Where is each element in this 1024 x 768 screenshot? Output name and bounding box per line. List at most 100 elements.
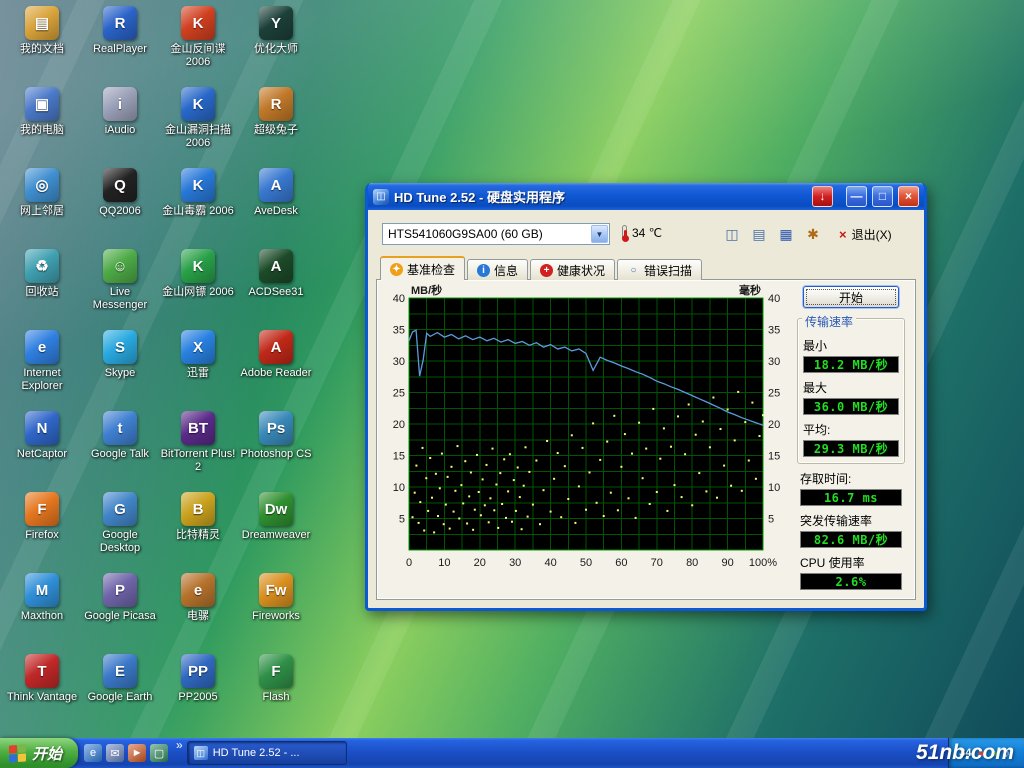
svg-text:90: 90 xyxy=(721,557,733,569)
avedesk-icon: A xyxy=(259,168,293,202)
svg-text:40: 40 xyxy=(768,293,780,305)
burst-rate-value: 82.6 MB/秒 xyxy=(800,531,902,548)
desktop-icon-label: Google Desktop xyxy=(82,529,158,555)
desktop-icon-google-earth[interactable]: EGoogle Earth xyxy=(82,654,158,704)
desktop-icon-google-talk[interactable]: tGoogle Talk xyxy=(82,411,158,461)
desktop-icon-label: NetCaptor xyxy=(4,448,80,461)
firefox-icon: F xyxy=(25,492,59,526)
quick-launch-mail[interactable]: ✉ xyxy=(106,744,124,762)
desktop-icon-google-picasa[interactable]: PGoogle Picasa xyxy=(82,573,158,623)
copy-text-button[interactable]: ▤ xyxy=(747,222,771,246)
desktop-icon-bitspirit[interactable]: B比特精灵 xyxy=(160,492,236,542)
desktop-icon-label: 超级兔子 xyxy=(238,124,314,137)
desktop-icon-fireworks[interactable]: FwFireworks xyxy=(238,573,314,623)
quick-launch-media-player[interactable]: ► xyxy=(128,744,146,762)
minimize-button[interactable]: — xyxy=(846,186,867,207)
desktop-icon-thinkvantage[interactable]: TThink Vantage xyxy=(4,654,80,704)
save-button[interactable]: ▦ xyxy=(774,222,798,246)
desktop-icon-pp2005[interactable]: PPPP2005 xyxy=(160,654,236,704)
desktop-icon-emule[interactable]: e电骡 xyxy=(160,573,236,623)
desktop-icon-maxthon[interactable]: MMaxthon xyxy=(4,573,80,623)
drive-select[interactable]: HTS541060G9SA00 (60 GB) ▼ xyxy=(382,223,610,245)
desktop-icon-label: Photoshop CS xyxy=(238,448,314,461)
desktop-icon-recycle-bin[interactable]: ♻回收站 xyxy=(4,249,80,299)
desktop-icon-acdsee31[interactable]: AACDSee31 xyxy=(238,249,314,299)
tray-icon-volume[interactable]: ♪ xyxy=(1004,747,1010,759)
maximize-button[interactable]: □ xyxy=(872,186,893,207)
desktop-icon-flash[interactable]: FFlash xyxy=(238,654,314,704)
my-documents-icon: ▤ xyxy=(25,6,59,40)
quick-launch-ie[interactable]: e xyxy=(84,744,102,762)
start-button[interactable]: 开始 xyxy=(0,738,78,768)
desktop-icon-netcaptor[interactable]: NNetCaptor xyxy=(4,411,80,461)
svg-text:5: 5 xyxy=(399,514,405,526)
desktop-icon-label: RealPlayer xyxy=(82,43,158,56)
taskbar-button-label: HD Tune 2.52 - ... xyxy=(213,747,300,759)
desktop-icon-iaudio[interactable]: iiAudio xyxy=(82,87,158,137)
desktop-icon-network-places[interactable]: ◎网上邻居 xyxy=(4,168,80,218)
my-computer-icon: ▣ xyxy=(25,87,59,121)
live-messenger-icon: ☺ xyxy=(103,249,137,283)
desktop-icon-label: Google Picasa xyxy=(82,610,158,623)
tab-info[interactable]: i信息 xyxy=(467,259,528,280)
tab-strip: ✦基准检查i信息+健康状况○错误扫描 xyxy=(380,256,704,280)
tab-benchmark[interactable]: ✦基准检查 xyxy=(380,256,465,280)
desktop-icon-label: 金山网镖 2006 xyxy=(160,286,236,299)
burst-rate-label: 突发传输速率 xyxy=(800,512,902,529)
exit-label: 退出(X) xyxy=(852,226,892,243)
desktop-icon-kingsoft-duba[interactable]: K金山毒霸 2006 xyxy=(160,168,236,218)
copy-screenshot-button[interactable]: ◫ xyxy=(720,222,744,246)
magnifier-icon: ○ xyxy=(627,264,640,277)
titlebar[interactable]: ◫ HD Tune 2.52 - 硬盘实用程序 ↓ — □ × xyxy=(368,183,924,210)
desktop-icon-label: 优化大师 xyxy=(238,43,314,56)
desktop-icon-realplayer[interactable]: RRealPlayer xyxy=(82,6,158,56)
tray-icon-red[interactable]: ● xyxy=(978,747,985,759)
desktop-icon-label: 金山漏洞扫描 2006 xyxy=(160,124,236,150)
svg-text:20: 20 xyxy=(474,557,486,569)
dreamweaver-icon: Dw xyxy=(259,492,293,526)
tab-error-scan[interactable]: ○错误扫描 xyxy=(617,259,702,280)
quick-launch-show-desktop[interactable]: ▢ xyxy=(150,744,168,762)
svg-text:毫秒: 毫秒 xyxy=(739,283,761,297)
desktop-icon-bittorrent-plus[interactable]: BTBitTorrent Plus! 2 xyxy=(160,411,236,474)
desktop-icon-live-messenger[interactable]: ☺Live Messenger xyxy=(82,249,158,312)
quick-launch-overflow-icon[interactable]: » xyxy=(174,738,185,768)
close-button[interactable]: × xyxy=(898,186,919,207)
drive-select-value: HTS541060G9SA00 (60 GB) xyxy=(383,227,591,241)
chevron-down-icon[interactable]: ▼ xyxy=(591,225,608,243)
tab-health[interactable]: +健康状况 xyxy=(530,259,615,280)
start-benchmark-button[interactable]: 开始 xyxy=(803,286,899,308)
desktop-icon-dreamweaver[interactable]: DwDreamweaver xyxy=(238,492,314,542)
desktop-icon-kingsoft-scan[interactable]: K金山漏洞扫描 2006 xyxy=(160,87,236,150)
desktop-icon-skype[interactable]: SSkype xyxy=(82,330,158,380)
desktop-icon-my-documents[interactable]: ▤我的文档 xyxy=(4,6,80,56)
desktop-icon-super-rabbit[interactable]: R超级兔子 xyxy=(238,87,314,137)
exit-button[interactable]: × 退出(X) xyxy=(830,222,901,246)
google-talk-icon: t xyxy=(103,411,137,445)
desktop-icon-label: 金山反间谍 2006 xyxy=(160,43,236,69)
desktop-icon-label: Firefox xyxy=(4,529,80,542)
options-button[interactable]: ✱ xyxy=(801,222,825,246)
desktop-icon-kingsoft-antispy[interactable]: K金山反间谍 2006 xyxy=(160,6,236,69)
taskbar-button-hdtune[interactable]: ◫ HD Tune 2.52 - ... xyxy=(187,741,347,765)
desktop-icon-kingsoft-netshield[interactable]: K金山网镖 2006 xyxy=(160,249,236,299)
desktop-icon-google-desktop[interactable]: GGoogle Desktop xyxy=(82,492,158,555)
desktop-icon-my-computer[interactable]: ▣ 我的电脑 xyxy=(4,87,80,137)
quick-launch-bar: e✉►▢ xyxy=(78,738,174,768)
cpu-usage-label: CPU 使用率 xyxy=(800,554,902,571)
desktop-icon-qq2006[interactable]: QQQ2006 xyxy=(82,168,158,218)
svg-text:10: 10 xyxy=(393,482,405,494)
temperature-indicator: 34 ℃ xyxy=(622,225,662,240)
desktop-icon-firefox[interactable]: F Firefox xyxy=(4,492,80,542)
desktop-icon-xunlei[interactable]: X迅雷 xyxy=(160,330,236,380)
desktop-icon-avedesk[interactable]: AAveDesk xyxy=(238,168,314,218)
desktop-icon-photoshop-cs[interactable]: PsPhotoshop CS xyxy=(238,411,314,461)
desktop-icon-youhua-dashi[interactable]: Y优化大师 xyxy=(238,6,314,56)
desktop-icon-label: QQ2006 xyxy=(82,205,158,218)
internet-explorer-icon: e xyxy=(25,330,59,364)
desktop-icon-adobe-reader[interactable]: AAdobe Reader xyxy=(238,330,314,380)
desktop-icon-internet-explorer[interactable]: eInternet Explorer xyxy=(4,330,80,393)
desktop-icon-label: 我的电脑 xyxy=(4,124,80,137)
arrow-down-button[interactable]: ↓ xyxy=(812,186,833,207)
tray-icon-green[interactable]: ● xyxy=(991,747,998,759)
